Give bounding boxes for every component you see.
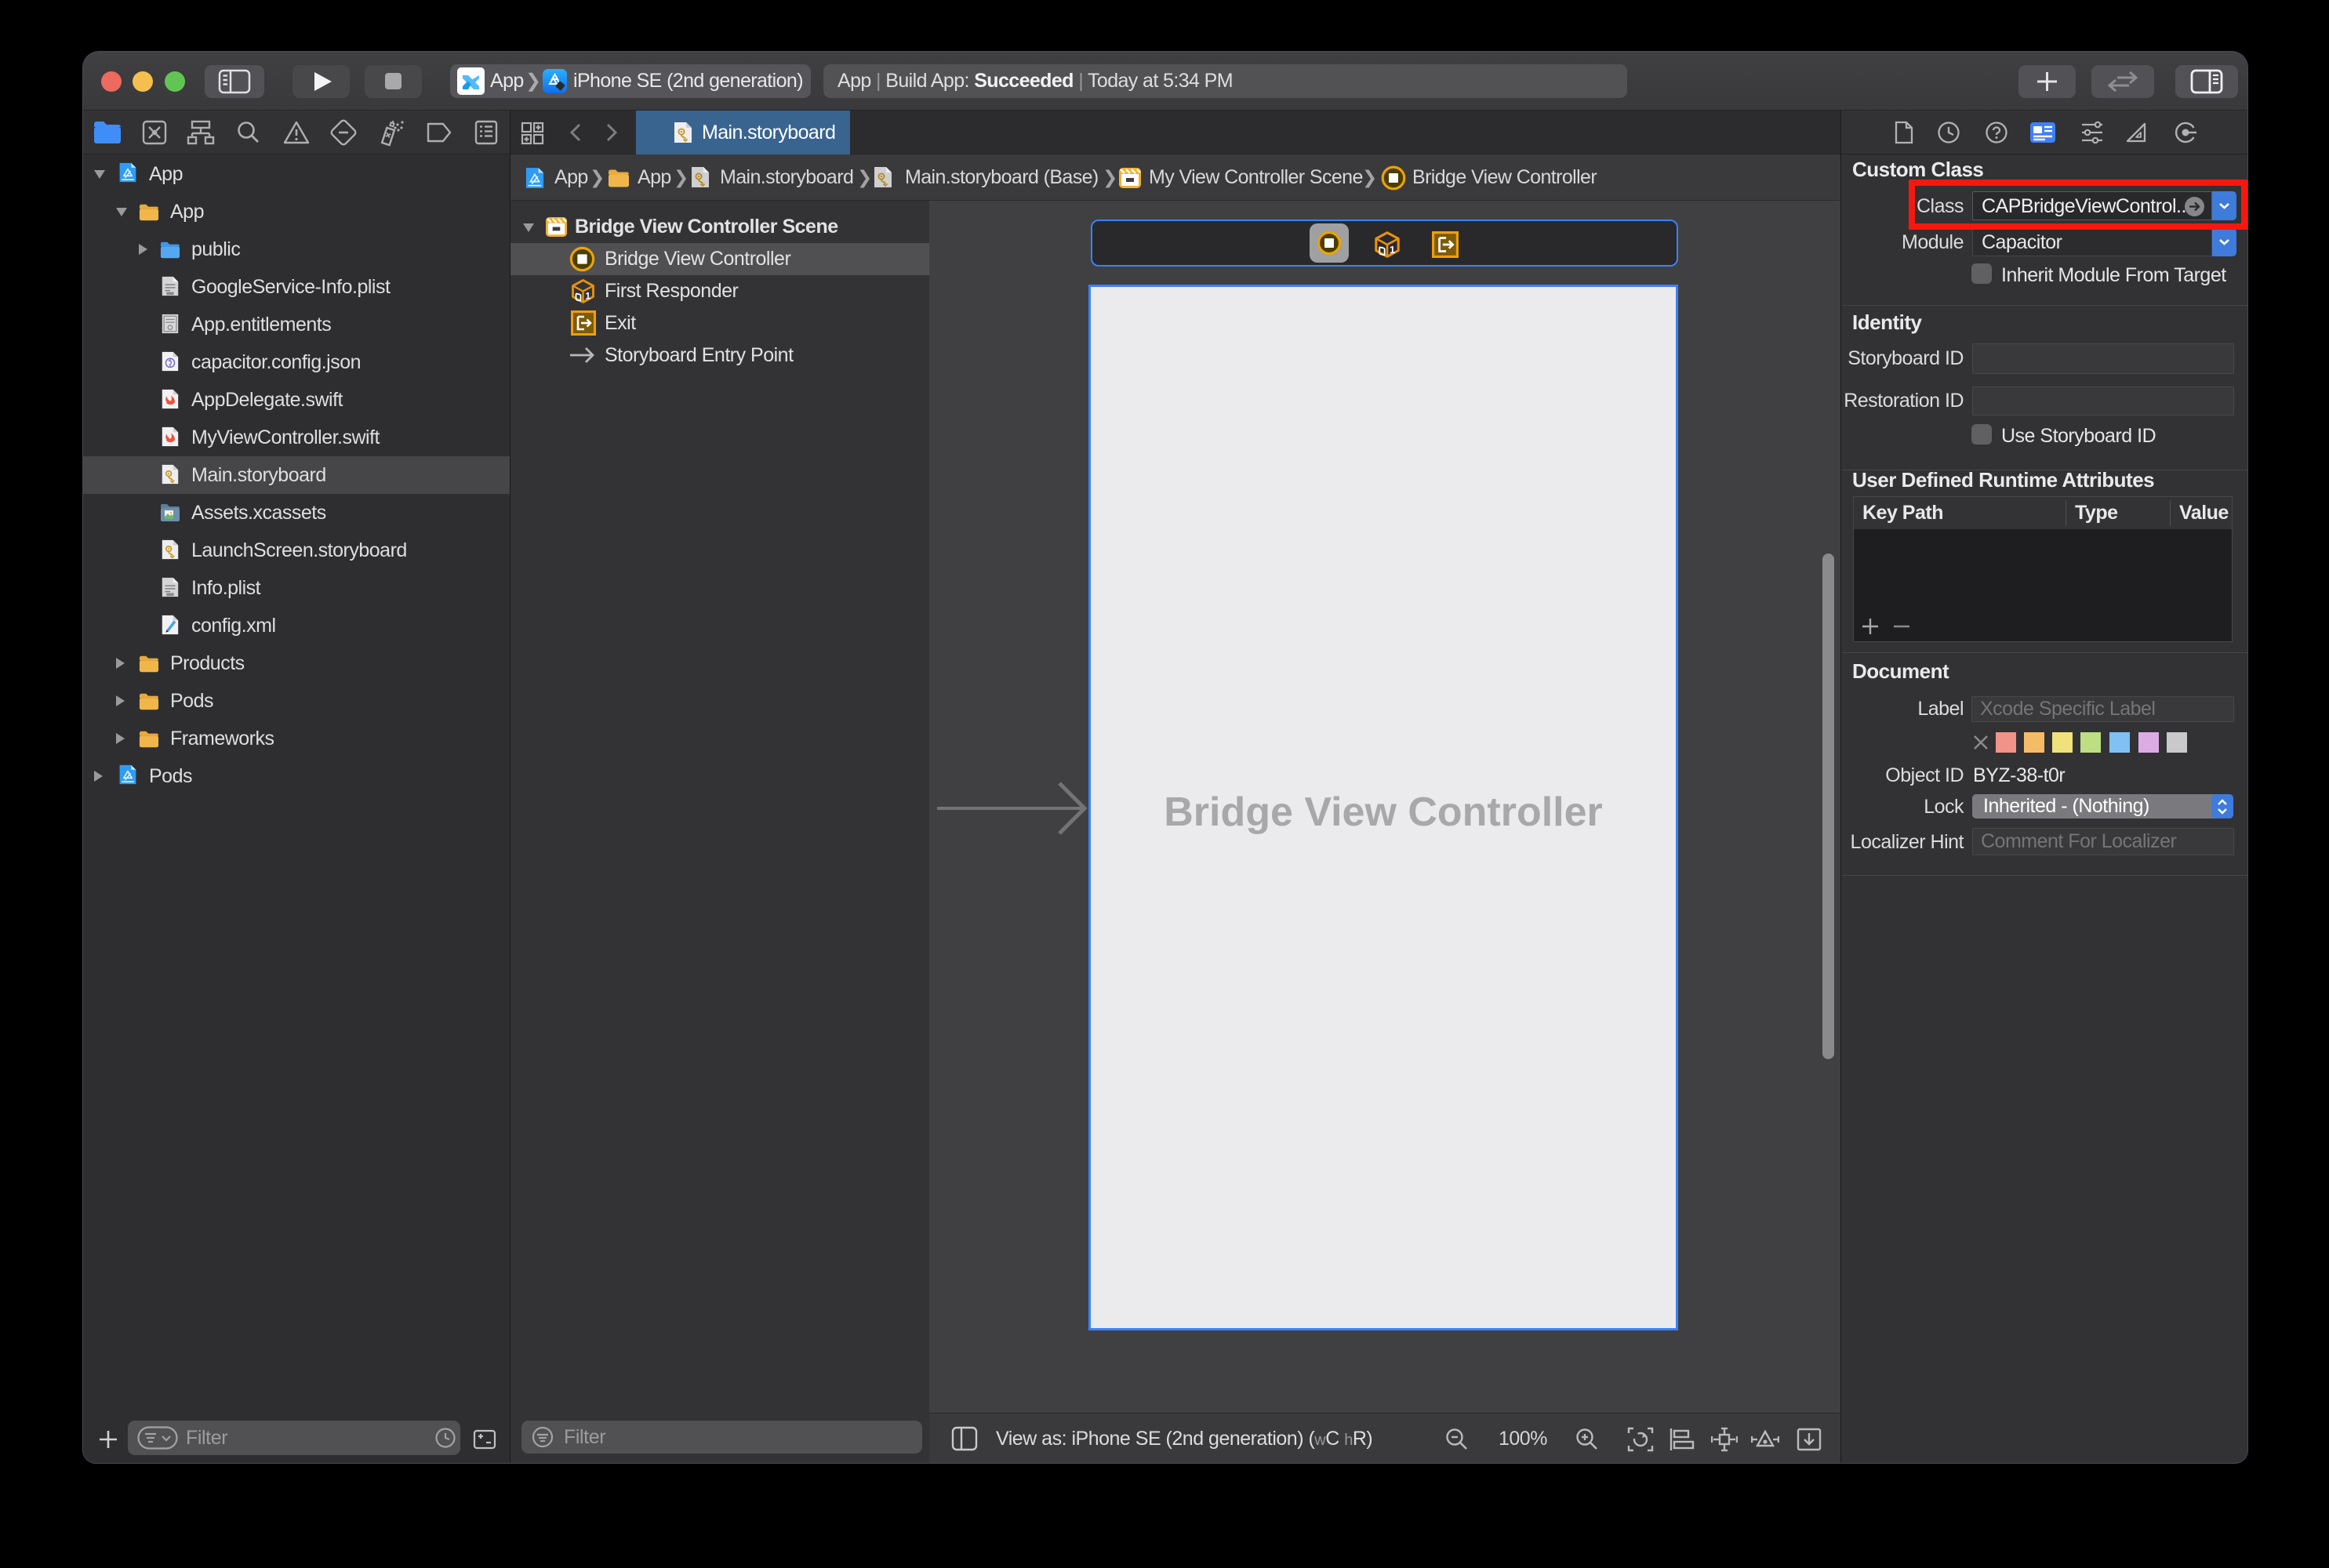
svg-text:1: 1 [1390, 244, 1395, 256]
svg-text:1: 1 [585, 291, 590, 302]
